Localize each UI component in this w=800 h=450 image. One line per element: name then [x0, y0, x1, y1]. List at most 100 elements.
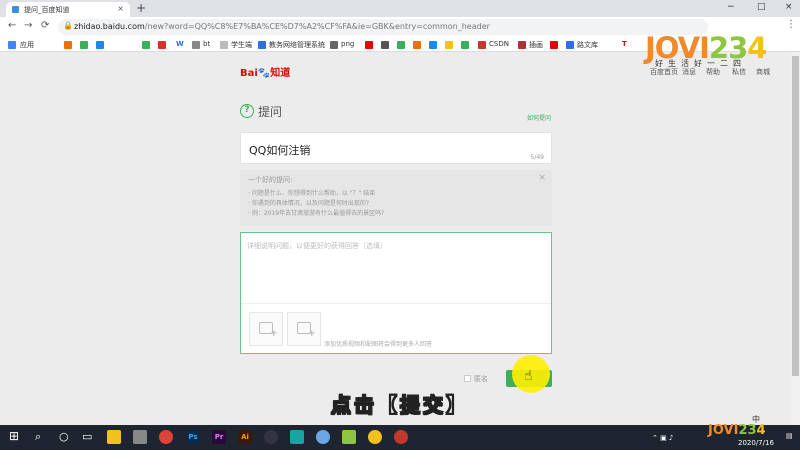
how-to-ask-link[interactable]: 如何提问: [527, 113, 551, 122]
bookmark-icon[interactable]: [381, 41, 389, 49]
bookmark-icon[interactable]: [330, 41, 338, 49]
question-value: QQ如何注销: [249, 144, 311, 157]
logo-bai: Bai: [240, 68, 258, 79]
add-image-button[interactable]: +: [287, 312, 321, 346]
url-path: /new?word=QQ%C8%E7%BA%CE%D7%A2%CF%FA&ie=…: [144, 22, 490, 31]
close-tips-icon[interactable]: ×: [538, 173, 546, 183]
bookmark-icon[interactable]: [429, 41, 437, 49]
bookmark-icon[interactable]: [365, 41, 373, 49]
detail-textarea[interactable]: 详细说明问题，以便更好的获得回答（选填） + + 添加优质视频和配图将会得到更多…: [240, 232, 552, 354]
close-window-icon[interactable]: ×: [785, 2, 793, 12]
nav-mall[interactable]: 商城: [756, 67, 770, 77]
tab-close-icon[interactable]: ×: [117, 4, 124, 13]
bookmark-w-icon[interactable]: W: [176, 40, 184, 48]
bookmark-apps[interactable]: 应用: [20, 40, 34, 50]
tray-icons[interactable]: ⌃ ▣ ♪: [652, 434, 673, 442]
jovi234-small-watermark: JOVI234: [708, 423, 766, 438]
bookmark-icon[interactable]: [413, 41, 421, 49]
app-icon[interactable]: [290, 430, 304, 444]
logo-zhidao: 知道: [270, 68, 291, 79]
baidu-zhidao-logo[interactable]: Bai🐾知道: [240, 64, 290, 79]
bookmark-icon[interactable]: [64, 41, 72, 49]
tip-item: · 问题是什么、你想得到什么帮助，以 "？" 结束: [248, 190, 376, 197]
minimize-icon[interactable]: −: [727, 2, 735, 12]
tip-item: · 例：2019年去甘肃旅游有什么最值得去的景区吗?: [248, 210, 385, 217]
bookmark-icon[interactable]: [142, 41, 150, 49]
browser-titlebar: 提问_百度知道 × + − □ ×: [0, 0, 800, 17]
bookmark-icon[interactable]: [258, 41, 266, 49]
bookmark-icon[interactable]: [461, 41, 469, 49]
app-icon[interactable]: [368, 430, 382, 444]
back-icon[interactable]: ←: [8, 20, 16, 31]
tab-title: 提问_百度知道: [24, 6, 70, 14]
bookmark-icon[interactable]: [397, 41, 405, 49]
bookmark-icon[interactable]: [518, 41, 526, 49]
bookmark-icon[interactable]: [566, 41, 574, 49]
watermark-part: 4: [747, 31, 767, 65]
maximize-icon[interactable]: □: [757, 2, 766, 12]
chrome-icon[interactable]: [159, 430, 173, 444]
notification-icon[interactable]: ▤: [786, 432, 793, 440]
plus-icon: +: [270, 329, 278, 339]
bookmark-icon[interactable]: [96, 41, 104, 49]
apps-icon[interactable]: [8, 41, 16, 49]
bookmark-icon[interactable]: [192, 41, 200, 49]
bookmark-bt[interactable]: bt: [203, 40, 210, 48]
csdn-icon[interactable]: [478, 41, 486, 49]
bookmark-icon[interactable]: [158, 41, 166, 49]
browser-menu-icon[interactable]: ⋮: [786, 19, 796, 30]
bookmark-illustration[interactable]: 插画: [529, 40, 543, 50]
tray-date[interactable]: 2020/7/16: [738, 439, 774, 447]
bookmark-csdn[interactable]: CSDN: [489, 40, 509, 48]
asking-tips-panel: 一个好的提问: · 问题是什么、你想得到什么帮助，以 "？" 结束 · 你遇到的…: [240, 170, 552, 226]
cortana-icon[interactable]: ○: [59, 430, 69, 443]
new-tab-button[interactable]: +: [136, 1, 146, 15]
app-icon[interactable]: [133, 430, 147, 444]
reload-icon[interactable]: ⟳: [41, 20, 49, 31]
page-title: 提问: [258, 105, 283, 119]
photoshop-icon[interactable]: Ps: [186, 430, 200, 444]
bookmark-wenku[interactable]: 路文库: [577, 40, 598, 50]
url-input[interactable]: 🔒 zhidao.baidu.com/new?word=QQ%C8%E7%BA%…: [58, 19, 708, 35]
bookmark-icon[interactable]: [445, 41, 453, 49]
premiere-icon[interactable]: Pr: [212, 430, 226, 444]
nav-messages[interactable]: 消息: [682, 67, 696, 77]
file-explorer-icon[interactable]: [107, 430, 121, 444]
watermark-part: 4: [756, 423, 766, 438]
scrollbar[interactable]: [791, 52, 800, 425]
app-icon[interactable]: [264, 430, 278, 444]
bookmark-t-icon[interactable]: T: [622, 40, 627, 48]
search-icon[interactable]: ⌕: [35, 430, 41, 444]
tip-item: · 你遇到的具体情况，以及问题是何时出现的?: [248, 200, 369, 207]
add-video-button[interactable]: +: [249, 312, 283, 346]
question-icon: ?: [240, 104, 254, 118]
browser-tab[interactable]: 提问_百度知道 ×: [6, 2, 130, 17]
bookmark-icon[interactable]: [220, 41, 228, 49]
nav-private-messages[interactable]: 私信: [732, 67, 746, 77]
illustrator-icon[interactable]: Ai: [238, 430, 252, 444]
nav-help[interactable]: 帮助: [706, 67, 720, 77]
question-input[interactable]: QQ如何注销 5/49: [240, 132, 552, 164]
scrollbar-thumb[interactable]: [792, 56, 799, 376]
checkbox-box: [464, 375, 471, 382]
bookmark-student[interactable]: 学生端: [231, 40, 252, 50]
question-char-count: 5/49: [530, 154, 544, 161]
watermark-part: JOVI: [708, 423, 739, 438]
bookmark-png[interactable]: png: [341, 40, 354, 48]
forward-icon[interactable]: →: [24, 20, 32, 31]
divider: [241, 303, 551, 304]
windows-start-icon[interactable]: ⊞: [9, 429, 19, 443]
video-caption: 点击【提交】: [331, 393, 469, 418]
anonymous-checkbox[interactable]: 匿名: [464, 374, 488, 384]
bookmark-edu-system[interactable]: 教务网络管理系统: [269, 40, 325, 50]
tips-title: 一个好的提问:: [248, 176, 293, 184]
app-icon[interactable]: [342, 430, 356, 444]
record-icon[interactable]: [394, 430, 408, 444]
nav-baidu-home[interactable]: 百度首页: [650, 67, 678, 77]
bookmark-icon[interactable]: [80, 41, 88, 49]
cloud-icon[interactable]: [316, 430, 330, 444]
anonymous-label: 匿名: [474, 375, 488, 383]
taskbar: ⊞ ⌕ ○ ▭ Ps Pr Ai ⌃ ▣ ♪ JOVI234 2020/7/16…: [0, 423, 800, 450]
bookmark-icon[interactable]: [550, 41, 558, 49]
task-view-icon[interactable]: ▭: [82, 430, 92, 443]
